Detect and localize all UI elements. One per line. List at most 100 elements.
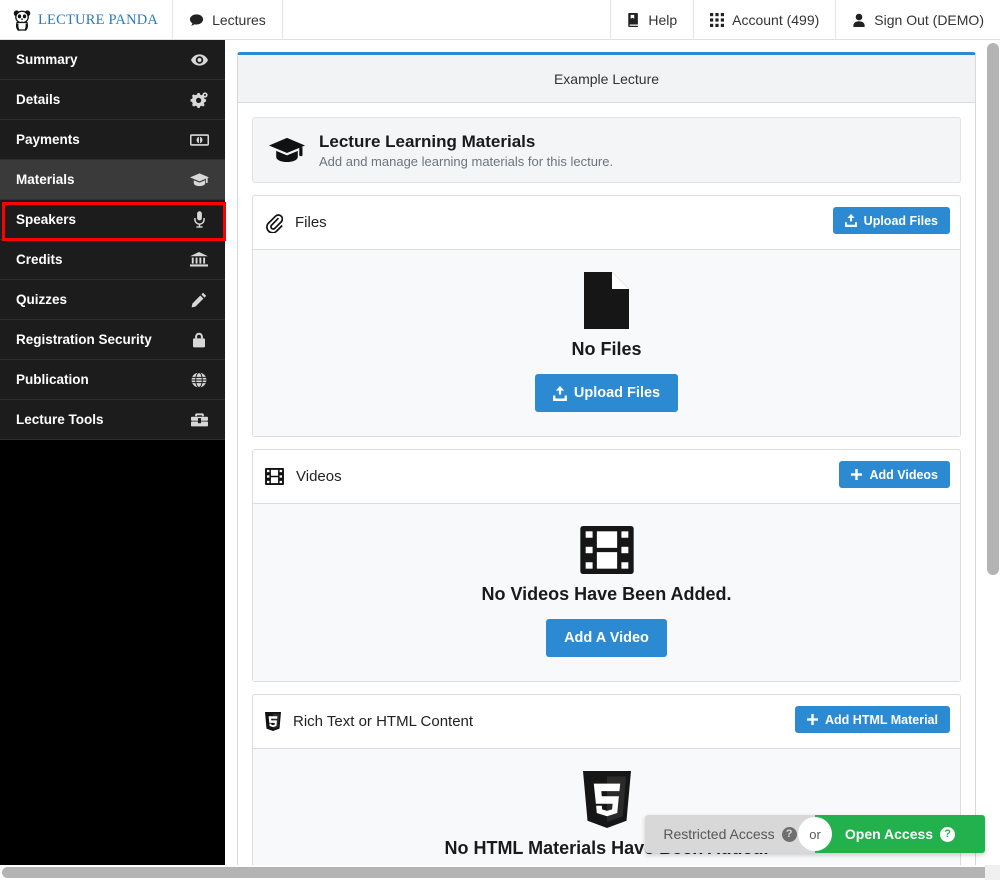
main-content: Example Lecture Lecture Learning Materia…	[225, 40, 988, 880]
toolbox-icon	[189, 412, 209, 427]
horizontal-scrollbar-thumb[interactable]	[2, 867, 996, 878]
upload-icon	[844, 214, 857, 228]
sidebar-item-speakers[interactable]: Speakers	[0, 200, 225, 240]
materials-intro-title: Lecture Learning Materials	[319, 132, 536, 151]
sidebar-item-summary[interactable]: Summary	[0, 40, 225, 80]
eye-icon	[189, 53, 209, 66]
nav-item-lectures[interactable]: Lectures	[173, 0, 283, 40]
upload-files-header-button[interactable]: Upload Files	[832, 207, 950, 235]
gears-icon	[189, 91, 209, 108]
add-a-video-button[interactable]: Add A Video	[546, 619, 667, 658]
videos-card-header: Videos Add Videos	[253, 450, 960, 505]
restricted-access-label: Restricted Access	[663, 826, 775, 842]
videos-card-body: No Videos Have Been Added. Add A Video	[253, 504, 960, 682]
top-navbar: LECTURE PANDA Lectures Help Account (499…	[0, 0, 1000, 40]
nav-item-sign-out[interactable]: Sign Out (DEMO)	[835, 0, 1000, 40]
add-html-material-header-button[interactable]: Add HTML Material	[795, 706, 950, 734]
nav-item-account-label: Account (499)	[732, 12, 820, 28]
html-card-header: Rich Text or HTML Content Add HTML Mater…	[253, 695, 960, 750]
user-icon	[852, 13, 866, 27]
access-or-divider: or	[798, 817, 832, 851]
upload-files-button[interactable]: Upload Files	[534, 374, 679, 413]
vertical-scrollbar[interactable]	[985, 40, 1000, 865]
files-card-title: Files	[295, 214, 327, 232]
sidebar-item-materials[interactable]: Materials	[0, 160, 225, 200]
access-toggle-bar: Restricted Access ? Open Access ? or	[645, 815, 985, 853]
files-card-header: Files Upload Files	[253, 196, 960, 251]
microphone-icon	[189, 211, 209, 228]
add-videos-header-button[interactable]: Add Videos	[839, 461, 950, 489]
add-html-material-header-button-label: Add HTML Material	[825, 712, 938, 727]
page-title: Example Lecture	[553, 70, 660, 87]
panda-logo-icon	[12, 9, 32, 31]
film-icon	[267, 526, 946, 575]
lecture-panel-body: Lecture Learning Materials Add and manag…	[238, 103, 975, 880]
graduation-cap-icon	[269, 137, 305, 164]
nav-item-lectures-label: Lectures	[212, 12, 266, 28]
question-circle-icon[interactable]: ?	[940, 826, 956, 842]
sidebar-item-registration-security-label: Registration Security	[16, 332, 152, 347]
videos-card: Videos Add Videos No Videos Have Been Ad…	[252, 449, 961, 683]
brand-logo[interactable]: LECTURE PANDA	[0, 0, 174, 40]
sidebar-item-payments[interactable]: Payments	[0, 120, 225, 160]
film-icon	[265, 468, 284, 486]
lecture-panel-header: Example Lecture	[238, 55, 975, 103]
restricted-access-button[interactable]: Restricted Access ?	[645, 815, 815, 853]
materials-intro-box: Lecture Learning Materials Add and manag…	[252, 117, 961, 184]
brand-name: LECTURE PANDA	[38, 11, 159, 28]
upload-icon	[552, 385, 567, 401]
sidebar-item-quizzes[interactable]: Quizzes	[0, 280, 225, 320]
sidebar-item-quizzes-label: Quizzes	[16, 292, 68, 307]
sidebar-item-payments-label: Payments	[16, 132, 80, 147]
vertical-scrollbar-thumb[interactable]	[987, 43, 999, 575]
sidebar-item-credits-label: Credits	[16, 252, 63, 267]
open-access-button[interactable]: Open Access ?	[815, 815, 985, 853]
graduation-cap-icon	[189, 172, 209, 187]
sidebar-item-registration-security[interactable]: Registration Security	[0, 320, 225, 360]
sidebar-item-lecture-tools[interactable]: Lecture Tools	[0, 400, 225, 440]
html5-icon	[265, 712, 281, 732]
sidebar-item-publication[interactable]: Publication	[0, 360, 225, 400]
sidebar-item-details[interactable]: Details	[0, 80, 225, 120]
upload-files-header-button-label: Upload Files	[863, 213, 938, 228]
nav-item-sign-out-label: Sign Out (DEMO)	[874, 12, 984, 28]
horizontal-scrollbar[interactable]	[0, 865, 1000, 880]
upload-files-button-label: Upload Files	[573, 385, 661, 402]
materials-intro-text: Lecture Learning Materials Add and manag…	[319, 131, 613, 169]
globe-icon	[189, 371, 209, 388]
plus-icon	[807, 714, 819, 726]
money-bill-icon	[189, 133, 209, 146]
materials-intro-subtitle: Add and manage learning materials for th…	[319, 154, 614, 170]
sidebar: Summary Details Payments Materials Speak…	[0, 40, 226, 880]
videos-empty-text: No Videos Have Been Added.	[481, 584, 732, 605]
nav-item-help[interactable]: Help	[610, 0, 693, 40]
sidebar-item-summary-label: Summary	[16, 52, 78, 67]
files-card: Files Upload Files No Files Upload Files	[252, 195, 961, 438]
scrollbar-corner	[985, 865, 1000, 880]
question-circle-icon[interactable]: ?	[781, 826, 797, 842]
nav-item-account[interactable]: Account (499)	[693, 0, 835, 40]
plus-icon	[851, 469, 863, 481]
sidebar-item-speakers-label: Speakers	[16, 212, 77, 227]
lecture-panel: Example Lecture Lecture Learning Materia…	[237, 52, 976, 880]
navbar-right-group: Help Account (499) Sign Out (DEMO)	[610, 0, 1000, 40]
open-access-label: Open Access	[844, 826, 934, 842]
files-card-body: No Files Upload Files	[253, 250, 960, 437]
html-card-title: Rich Text or HTML Content	[293, 713, 474, 731]
sidebar-item-lecture-tools-label: Lecture Tools	[16, 412, 104, 427]
add-videos-header-button-label: Add Videos	[869, 467, 938, 482]
videos-card-title: Videos	[296, 468, 342, 486]
files-empty-text: No Files	[571, 339, 642, 360]
grid-apps-icon	[710, 13, 725, 27]
comment-icon	[189, 13, 204, 28]
pencil-icon	[189, 292, 209, 308]
lock-icon	[189, 332, 209, 348]
navbar-spacer	[283, 0, 611, 39]
sidebar-item-materials-label: Materials	[16, 172, 75, 187]
book-icon	[627, 13, 640, 27]
add-a-video-button-label: Add A Video	[564, 630, 649, 647]
nav-item-help-label: Help	[648, 12, 678, 28]
bank-icon	[189, 252, 209, 267]
file-icon	[267, 272, 946, 330]
sidebar-item-credits[interactable]: Credits	[0, 240, 225, 280]
